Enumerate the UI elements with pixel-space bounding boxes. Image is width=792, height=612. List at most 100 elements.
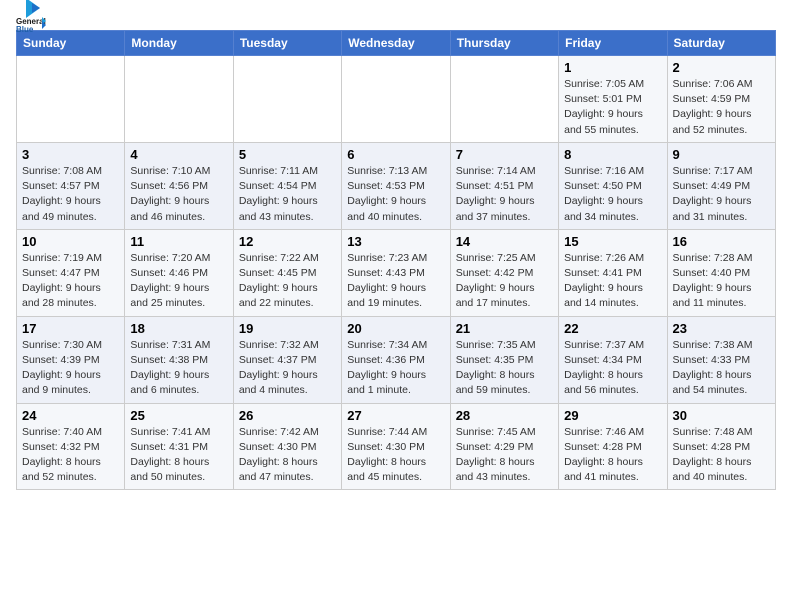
day-info: Sunrise: 7:48 AM Sunset: 4:28 PM Dayligh… [673, 425, 770, 486]
day-number: 28 [456, 408, 553, 423]
day-info: Sunrise: 7:25 AM Sunset: 4:42 PM Dayligh… [456, 251, 553, 312]
calendar-cell: 1 Sunrise: 7:05 AM Sunset: 5:01 PM Daylig… [559, 56, 667, 143]
day-info: Sunrise: 7:42 AM Sunset: 4:30 PM Dayligh… [239, 425, 336, 486]
svg-text:Blue: Blue [16, 25, 34, 34]
calendar-cell: 11 Sunrise: 7:20 AM Sunset: 4:46 PM Dayli… [125, 229, 233, 316]
day-info: Sunrise: 7:32 AM Sunset: 4:37 PM Dayligh… [239, 338, 336, 399]
day-info: Sunrise: 7:35 AM Sunset: 4:35 PM Dayligh… [456, 338, 553, 399]
day-info: Sunrise: 7:17 AM Sunset: 4:49 PM Dayligh… [673, 164, 770, 225]
day-number: 6 [347, 147, 444, 162]
day-number: 12 [239, 234, 336, 249]
day-info: Sunrise: 7:10 AM Sunset: 4:56 PM Dayligh… [130, 164, 227, 225]
calendar-week-row: 1 Sunrise: 7:05 AM Sunset: 5:01 PM Daylig… [17, 56, 776, 143]
calendar-cell: 23 Sunrise: 7:38 AM Sunset: 4:33 PM Dayli… [667, 316, 775, 403]
calendar-cell: 7Sunrise: 7:14 AM Sunset: 4:51 PM Daylig… [450, 142, 558, 229]
day-number: 9 [673, 147, 770, 162]
calendar-week-row: 3 Sunrise: 7:08 AM Sunset: 4:57 PM Daylig… [17, 142, 776, 229]
day-number: 20 [347, 321, 444, 336]
calendar-cell [450, 56, 558, 143]
day-info: Sunrise: 7:41 AM Sunset: 4:31 PM Dayligh… [130, 425, 227, 486]
day-info: Sunrise: 7:31 AM Sunset: 4:38 PM Dayligh… [130, 338, 227, 399]
day-number: 14 [456, 234, 553, 249]
day-number: 21 [456, 321, 553, 336]
calendar-cell: 19 Sunrise: 7:32 AM Sunset: 4:37 PM Dayli… [233, 316, 341, 403]
calendar-cell: 29Sunrise: 7:46 AM Sunset: 4:28 PM Dayli… [559, 403, 667, 490]
weekday-header: Friday [559, 31, 667, 56]
calendar-cell [125, 56, 233, 143]
calendar-cell [342, 56, 450, 143]
weekday-header: Tuesday [233, 31, 341, 56]
day-number: 30 [673, 408, 770, 423]
weekday-header: Thursday [450, 31, 558, 56]
calendar-cell: 3 Sunrise: 7:08 AM Sunset: 4:57 PM Daylig… [17, 142, 125, 229]
day-number: 27 [347, 408, 444, 423]
calendar-header-row: SundayMondayTuesdayWednesdayThursdayFrid… [17, 31, 776, 56]
logo-arrow-icon [18, 0, 46, 22]
weekday-header: Wednesday [342, 31, 450, 56]
weekday-header: Sunday [17, 31, 125, 56]
day-info: Sunrise: 7:37 AM Sunset: 4:34 PM Dayligh… [564, 338, 661, 399]
day-info: Sunrise: 7:08 AM Sunset: 4:57 PM Dayligh… [22, 164, 119, 225]
day-number: 1 [564, 60, 661, 75]
day-number: 8 [564, 147, 661, 162]
day-info: Sunrise: 7:40 AM Sunset: 4:32 PM Dayligh… [22, 425, 119, 486]
calendar-cell: 2Sunrise: 7:06 AM Sunset: 4:59 PM Daylig… [667, 56, 775, 143]
header: General Blue [16, 16, 776, 22]
day-number: 3 [22, 147, 119, 162]
calendar-cell: 24Sunrise: 7:40 AM Sunset: 4:32 PM Dayli… [17, 403, 125, 490]
calendar-cell: 13 Sunrise: 7:23 AM Sunset: 4:43 PM Dayli… [342, 229, 450, 316]
calendar-cell: 22 Sunrise: 7:37 AM Sunset: 4:34 PM Dayli… [559, 316, 667, 403]
calendar-cell: 14 Sunrise: 7:25 AM Sunset: 4:42 PM Dayli… [450, 229, 558, 316]
day-info: Sunrise: 7:23 AM Sunset: 4:43 PM Dayligh… [347, 251, 444, 312]
day-info: Sunrise: 7:46 AM Sunset: 4:28 PM Dayligh… [564, 425, 661, 486]
day-info: Sunrise: 7:26 AM Sunset: 4:41 PM Dayligh… [564, 251, 661, 312]
calendar-table: SundayMondayTuesdayWednesdayThursdayFrid… [16, 30, 776, 490]
calendar-cell: 6Sunrise: 7:13 AM Sunset: 4:53 PM Daylig… [342, 142, 450, 229]
calendar-cell: 9 Sunrise: 7:17 AM Sunset: 4:49 PM Daylig… [667, 142, 775, 229]
day-number: 7 [456, 147, 553, 162]
day-info: Sunrise: 7:19 AM Sunset: 4:47 PM Dayligh… [22, 251, 119, 312]
day-number: 19 [239, 321, 336, 336]
calendar-cell: 15 Sunrise: 7:26 AM Sunset: 4:41 PM Dayli… [559, 229, 667, 316]
day-number: 17 [22, 321, 119, 336]
day-info: Sunrise: 7:22 AM Sunset: 4:45 PM Dayligh… [239, 251, 336, 312]
calendar-cell: 18 Sunrise: 7:31 AM Sunset: 4:38 PM Dayli… [125, 316, 233, 403]
calendar-cell [17, 56, 125, 143]
day-number: 5 [239, 147, 336, 162]
calendar-cell: 26 Sunrise: 7:42 AM Sunset: 4:30 PM Dayli… [233, 403, 341, 490]
day-info: Sunrise: 7:20 AM Sunset: 4:46 PM Dayligh… [130, 251, 227, 312]
day-number: 18 [130, 321, 227, 336]
logo: General Blue [16, 16, 46, 22]
day-number: 10 [22, 234, 119, 249]
calendar-week-row: 17 Sunrise: 7:30 AM Sunset: 4:39 PM Dayli… [17, 316, 776, 403]
calendar-cell: 16 Sunrise: 7:28 AM Sunset: 4:40 PM Dayli… [667, 229, 775, 316]
calendar-cell [233, 56, 341, 143]
calendar-cell: 30 Sunrise: 7:48 AM Sunset: 4:28 PM Dayli… [667, 403, 775, 490]
calendar-cell: 28 Sunrise: 7:45 AM Sunset: 4:29 PM Dayli… [450, 403, 558, 490]
calendar-week-row: 10 Sunrise: 7:19 AM Sunset: 4:47 PM Dayli… [17, 229, 776, 316]
day-info: Sunrise: 7:11 AM Sunset: 4:54 PM Dayligh… [239, 164, 336, 225]
day-number: 13 [347, 234, 444, 249]
calendar-cell: 5 Sunrise: 7:11 AM Sunset: 4:54 PM Daylig… [233, 142, 341, 229]
day-info: Sunrise: 7:06 AM Sunset: 4:59 PM Dayligh… [673, 77, 770, 138]
day-number: 4 [130, 147, 227, 162]
day-number: 16 [673, 234, 770, 249]
day-number: 15 [564, 234, 661, 249]
day-number: 26 [239, 408, 336, 423]
day-info: Sunrise: 7:38 AM Sunset: 4:33 PM Dayligh… [673, 338, 770, 399]
day-info: Sunrise: 7:44 AM Sunset: 4:30 PM Dayligh… [347, 425, 444, 486]
day-number: 11 [130, 234, 227, 249]
calendar-cell: 27 Sunrise: 7:44 AM Sunset: 4:30 PM Dayli… [342, 403, 450, 490]
weekday-header: Saturday [667, 31, 775, 56]
day-info: Sunrise: 7:05 AM Sunset: 5:01 PM Dayligh… [564, 77, 661, 138]
weekday-header: Monday [125, 31, 233, 56]
day-number: 22 [564, 321, 661, 336]
calendar-cell: 8Sunrise: 7:16 AM Sunset: 4:50 PM Daylig… [559, 142, 667, 229]
day-info: Sunrise: 7:30 AM Sunset: 4:39 PM Dayligh… [22, 338, 119, 399]
day-info: Sunrise: 7:45 AM Sunset: 4:29 PM Dayligh… [456, 425, 553, 486]
day-info: Sunrise: 7:28 AM Sunset: 4:40 PM Dayligh… [673, 251, 770, 312]
calendar-cell: 17 Sunrise: 7:30 AM Sunset: 4:39 PM Dayli… [17, 316, 125, 403]
calendar-cell: 20Sunrise: 7:34 AM Sunset: 4:36 PM Dayli… [342, 316, 450, 403]
calendar-cell: 12 Sunrise: 7:22 AM Sunset: 4:45 PM Dayli… [233, 229, 341, 316]
day-number: 23 [673, 321, 770, 336]
